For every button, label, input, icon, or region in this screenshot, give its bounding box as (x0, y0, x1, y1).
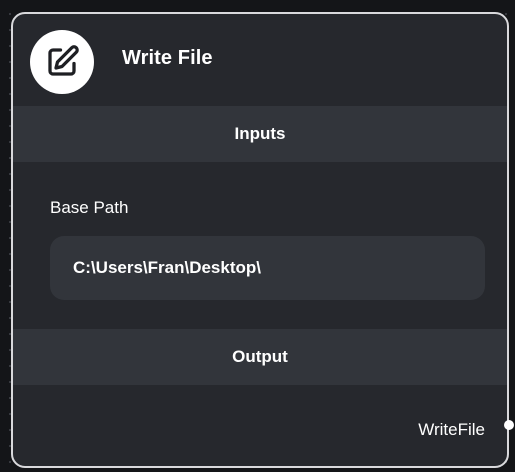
output-section-header: Output (13, 329, 507, 385)
edit-square-icon (30, 30, 94, 94)
write-file-node[interactable]: Write File Inputs Base Path Output Write… (11, 12, 509, 468)
inputs-section-label: Inputs (234, 124, 286, 143)
inputs-section-header: Inputs (13, 106, 507, 162)
writefile-output-port[interactable] (504, 420, 514, 430)
writefile-output-label: WriteFile (418, 420, 485, 439)
node-title: Write File (122, 47, 213, 69)
output-section-label: Output (232, 347, 288, 366)
base-path-input[interactable] (50, 236, 485, 300)
base-path-label: Base Path (50, 198, 129, 217)
node-header[interactable]: Write File (13, 14, 507, 106)
